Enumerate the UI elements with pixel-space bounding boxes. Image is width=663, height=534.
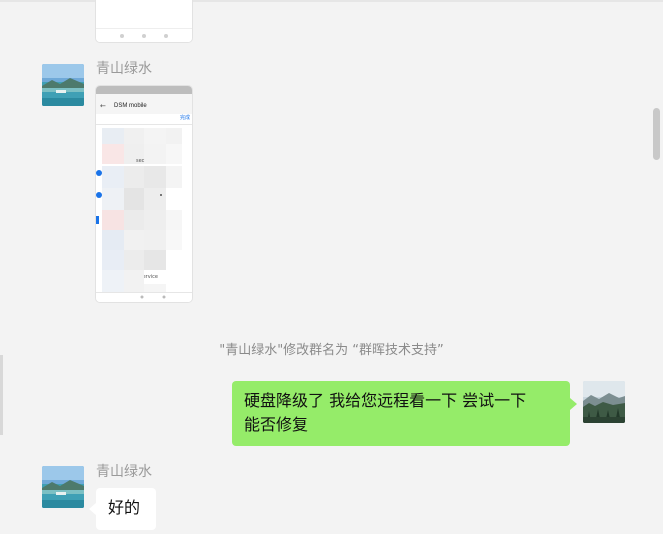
- sender-name: 青山绿水: [96, 61, 152, 77]
- bubble-tail: [89, 503, 96, 515]
- sender-name: 青山绿水: [96, 464, 152, 480]
- preview-title: DSM mobile: [114, 103, 147, 109]
- image-thumbnail: [96, 0, 192, 42]
- sender-avatar[interactable]: [42, 64, 84, 106]
- preview-text: sec: [136, 158, 145, 164]
- incoming-message-bubble[interactable]: 好的: [96, 488, 156, 530]
- image-message[interactable]: ← DSM mobile 完成 sec service: [96, 86, 192, 302]
- scrollbar-thumb[interactable]: [653, 108, 660, 160]
- message-text-line: 能否修复: [244, 415, 309, 434]
- preview-action: 完成: [180, 114, 190, 121]
- bubble-tail: [570, 398, 577, 410]
- scrollbar[interactable]: [651, 0, 663, 534]
- svg-text:←: ←: [100, 102, 106, 110]
- avatar-forest-mountain-icon: [583, 381, 625, 423]
- image-thumbnail: ← DSM mobile 完成 sec service: [96, 86, 192, 302]
- outgoing-message-bubble[interactable]: 硬盘降级了 我给您远程看一下 尝试一下 能否修复: [232, 381, 570, 446]
- chat-message-area: 青山绿水 ← DSM mobile 完成 sec service "青山绿水"修…: [0, 0, 663, 534]
- avatar-landscape-lake-icon: [42, 64, 84, 106]
- message-text-line: 硬盘降级了 我给您远程看一下 尝试一下: [244, 391, 527, 410]
- image-message-partial[interactable]: [96, 0, 192, 42]
- sender-avatar[interactable]: [42, 466, 84, 508]
- left-pane-edge: [0, 355, 3, 435]
- my-avatar[interactable]: [583, 381, 625, 423]
- message-text: 好的: [108, 498, 141, 517]
- system-notice-group-renamed: "青山绿水"修改群名为 “群晖技术支持”: [219, 343, 444, 358]
- avatar-landscape-lake-icon: [42, 466, 84, 508]
